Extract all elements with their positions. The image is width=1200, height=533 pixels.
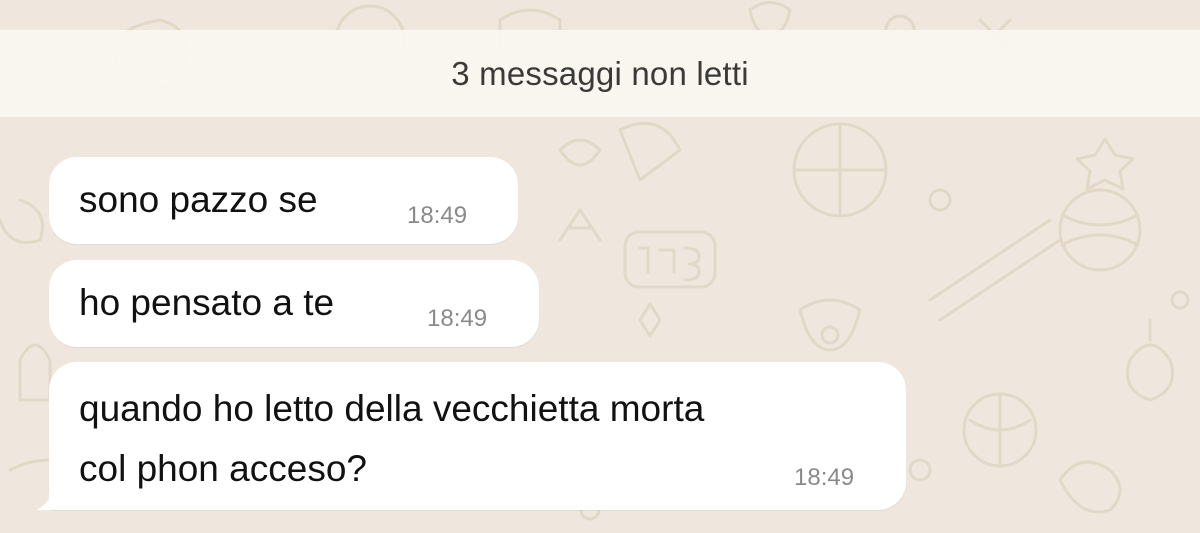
message-text: ho pensato a te — [79, 282, 335, 323]
message-timestamp: 18:49 — [407, 202, 468, 229]
message-bubble[interactable]: sono pazzo se 18:49 — [49, 157, 518, 244]
message-bubble[interactable]: quando ho letto della vecchietta morta c… — [49, 362, 906, 510]
unread-messages-label: 3 messaggi non letti — [451, 54, 749, 92]
message-text: sono pazzo se — [79, 179, 318, 220]
message-timestamp: 18:49 — [794, 464, 855, 491]
message-bubble[interactable]: ho pensato a te 18:49 — [49, 260, 539, 347]
unread-messages-banner: 3 messaggi non letti — [0, 30, 1200, 117]
message-text-line: col phon acceso? — [79, 448, 367, 489]
message-timestamp: 18:49 — [427, 305, 488, 332]
message-text-line: quando ho letto della vecchietta morta — [79, 388, 705, 429]
